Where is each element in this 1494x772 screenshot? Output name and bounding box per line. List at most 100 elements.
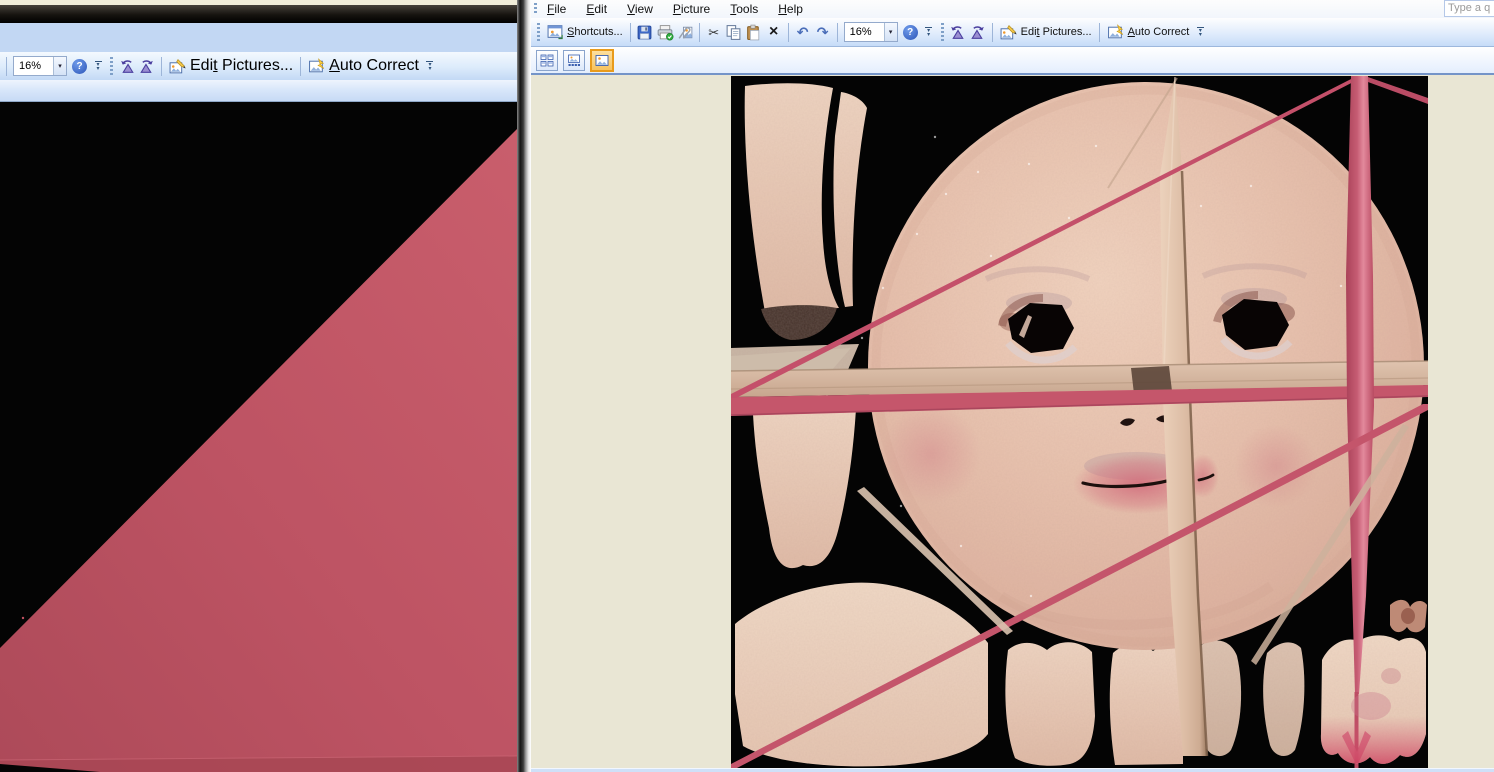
auto-correct-label: Auto Correct	[329, 57, 419, 74]
uv-patch-bottom-1	[1005, 642, 1095, 766]
rotate-right-button[interactable]	[137, 57, 157, 76]
menu-tools[interactable]: Tools	[724, 1, 764, 17]
menu-file[interactable]: File	[541, 1, 572, 17]
uv-patch-bottom-left	[735, 582, 988, 767]
paste-button[interactable]	[744, 23, 764, 42]
desktop: 16% ▾ ? ▾ ▾ Edit Pictures... Auto Correc…	[0, 0, 1494, 772]
redo-icon: ↷	[816, 24, 829, 40]
rotate-left-button[interactable]	[948, 23, 968, 42]
skin-uv-pieces	[731, 82, 1427, 767]
menu-view[interactable]: View	[621, 1, 659, 17]
toolbar-options-chevron[interactable]: ▾ ▾	[1194, 27, 1206, 38]
cut-button[interactable]: ✂	[704, 23, 724, 42]
print-button[interactable]	[655, 23, 675, 42]
chevron-arrow-icon: ▾	[428, 66, 432, 72]
auto-correct-icon	[1107, 23, 1123, 38]
toolbar-separator	[836, 22, 838, 42]
menu-help[interactable]: Help	[772, 1, 809, 17]
toolbar-separator	[300, 56, 302, 76]
rotate-right-button[interactable]	[968, 23, 988, 42]
auto-correct-button[interactable]: Auto Correct	[305, 56, 422, 76]
single-picture-view-button[interactable]	[590, 48, 614, 72]
auto-correct-label: Auto Correct	[1127, 26, 1190, 38]
thumbnail-view-icon	[540, 54, 554, 66]
filmstrip-view-icon	[568, 54, 580, 66]
doll-face-texture-image	[731, 76, 1428, 768]
toolbar-options-chevron[interactable]: ▾ ▾	[92, 61, 104, 72]
bow-center	[1401, 608, 1415, 624]
shortcuts-button[interactable]: Shortcuts...	[544, 23, 626, 41]
edit-pictures-icon	[1000, 24, 1017, 39]
delete-button[interactable]: ×	[764, 23, 784, 42]
undo-icon: ↶	[796, 24, 809, 40]
shortcuts-label: Shortcuts...	[567, 26, 623, 38]
red-black-texture-svg	[0, 102, 517, 772]
toolbar-grip[interactable]	[940, 23, 944, 41]
zoom-dropdown-arrow-icon[interactable]: ▾	[53, 57, 66, 75]
zoom-dropdown[interactable]: 16% ▾	[13, 56, 67, 76]
zoom-dropdown[interactable]: 16% ▾	[843, 22, 898, 42]
shortcuts-icon	[547, 25, 563, 40]
edit-pictures-icon	[169, 58, 186, 73]
help-icon[interactable]: ?	[72, 58, 87, 74]
redo-button[interactable]: ↷	[813, 23, 833, 42]
edit-pictures-button[interactable]: Edit Pictures...	[997, 23, 1095, 42]
help-search-input[interactable]: Type a q	[1444, 0, 1494, 17]
zoom-value: 16%	[19, 60, 42, 72]
delete-x-icon: ×	[768, 23, 779, 40]
zoom-dropdown-arrow-icon[interactable]: ▾	[883, 23, 897, 41]
thumbnail-view-button[interactable]	[536, 49, 558, 71]
picture-manager-window: File Edit View Picture Tools Help Type a…	[531, 0, 1494, 772]
rotate-left-icon	[951, 26, 964, 39]
red-black-texture-image	[0, 102, 517, 772]
toolbar-options-chevron[interactable]: ▾ ▾	[923, 27, 935, 38]
toolbar-grip[interactable]	[110, 57, 113, 75]
filmstrip-view-button[interactable]	[563, 49, 585, 71]
rotate-left-icon	[120, 60, 134, 73]
picture-view-area	[531, 75, 1494, 768]
toolbar-separator	[698, 22, 700, 42]
rotate-right-icon	[971, 26, 984, 39]
uv-crescent-2	[1263, 642, 1305, 757]
standard-toolbar: Shortcuts... ✂ × ↶ ↷ 16% ▾ ? ▾ ▾ Edit Pi…	[531, 18, 1494, 47]
menubar-grip[interactable]	[534, 3, 537, 15]
toolbar-separator	[6, 56, 7, 76]
save-icon	[637, 25, 652, 39]
email-button[interactable]	[675, 23, 695, 42]
zoom-value: 16%	[849, 26, 872, 38]
menu-picture[interactable]: Picture	[667, 1, 716, 17]
edit-pictures-button[interactable]: Edit Pictures...	[166, 56, 296, 76]
chevron-arrow-icon: ▾	[96, 66, 100, 72]
copy-icon	[726, 24, 741, 40]
chevron-arrow-icon: ▾	[927, 32, 931, 38]
undo-button[interactable]: ↶	[793, 23, 813, 42]
toolbar-separator	[629, 22, 631, 42]
left-window-chrome	[0, 23, 517, 52]
edit-pictures-label: Edit Pictures...	[1020, 26, 1092, 38]
toolbar-separator	[991, 22, 993, 42]
save-button[interactable]	[635, 23, 655, 42]
rotate-left-button[interactable]	[117, 57, 137, 76]
paperclip-photo-icon	[678, 26, 692, 39]
scissors-icon: ✂	[708, 24, 720, 40]
chevron-arrow-icon: ▾	[1198, 32, 1202, 38]
toolbar-grip[interactable]	[537, 23, 540, 41]
edit-pictures-label: Edit Pictures...	[190, 57, 294, 74]
window-edge-divider[interactable]	[517, 0, 531, 772]
toolbar-options-chevron[interactable]: ▾ ▾	[424, 61, 436, 72]
auto-correct-icon	[309, 57, 325, 72]
left-window-toolbar: 16% ▾ ? ▾ ▾ Edit Pictures... Auto Correc…	[0, 52, 517, 80]
left-cheek-blush	[881, 404, 981, 504]
menu-bar: File Edit View Picture Tools Help Type a…	[531, 0, 1494, 18]
auto-correct-button[interactable]: Auto Correct	[1104, 23, 1193, 42]
toolbar-separator	[1098, 22, 1100, 42]
single-picture-view-icon	[595, 54, 609, 66]
window-bottom-strip	[531, 768, 1494, 772]
menu-edit[interactable]: Edit	[580, 1, 613, 17]
print-icon	[657, 24, 674, 40]
copy-button[interactable]	[724, 23, 744, 42]
toolbar-separator	[161, 56, 162, 76]
left-window-substrip	[0, 80, 517, 102]
rotate-right-icon	[140, 60, 154, 73]
help-icon[interactable]: ?	[902, 24, 918, 40]
